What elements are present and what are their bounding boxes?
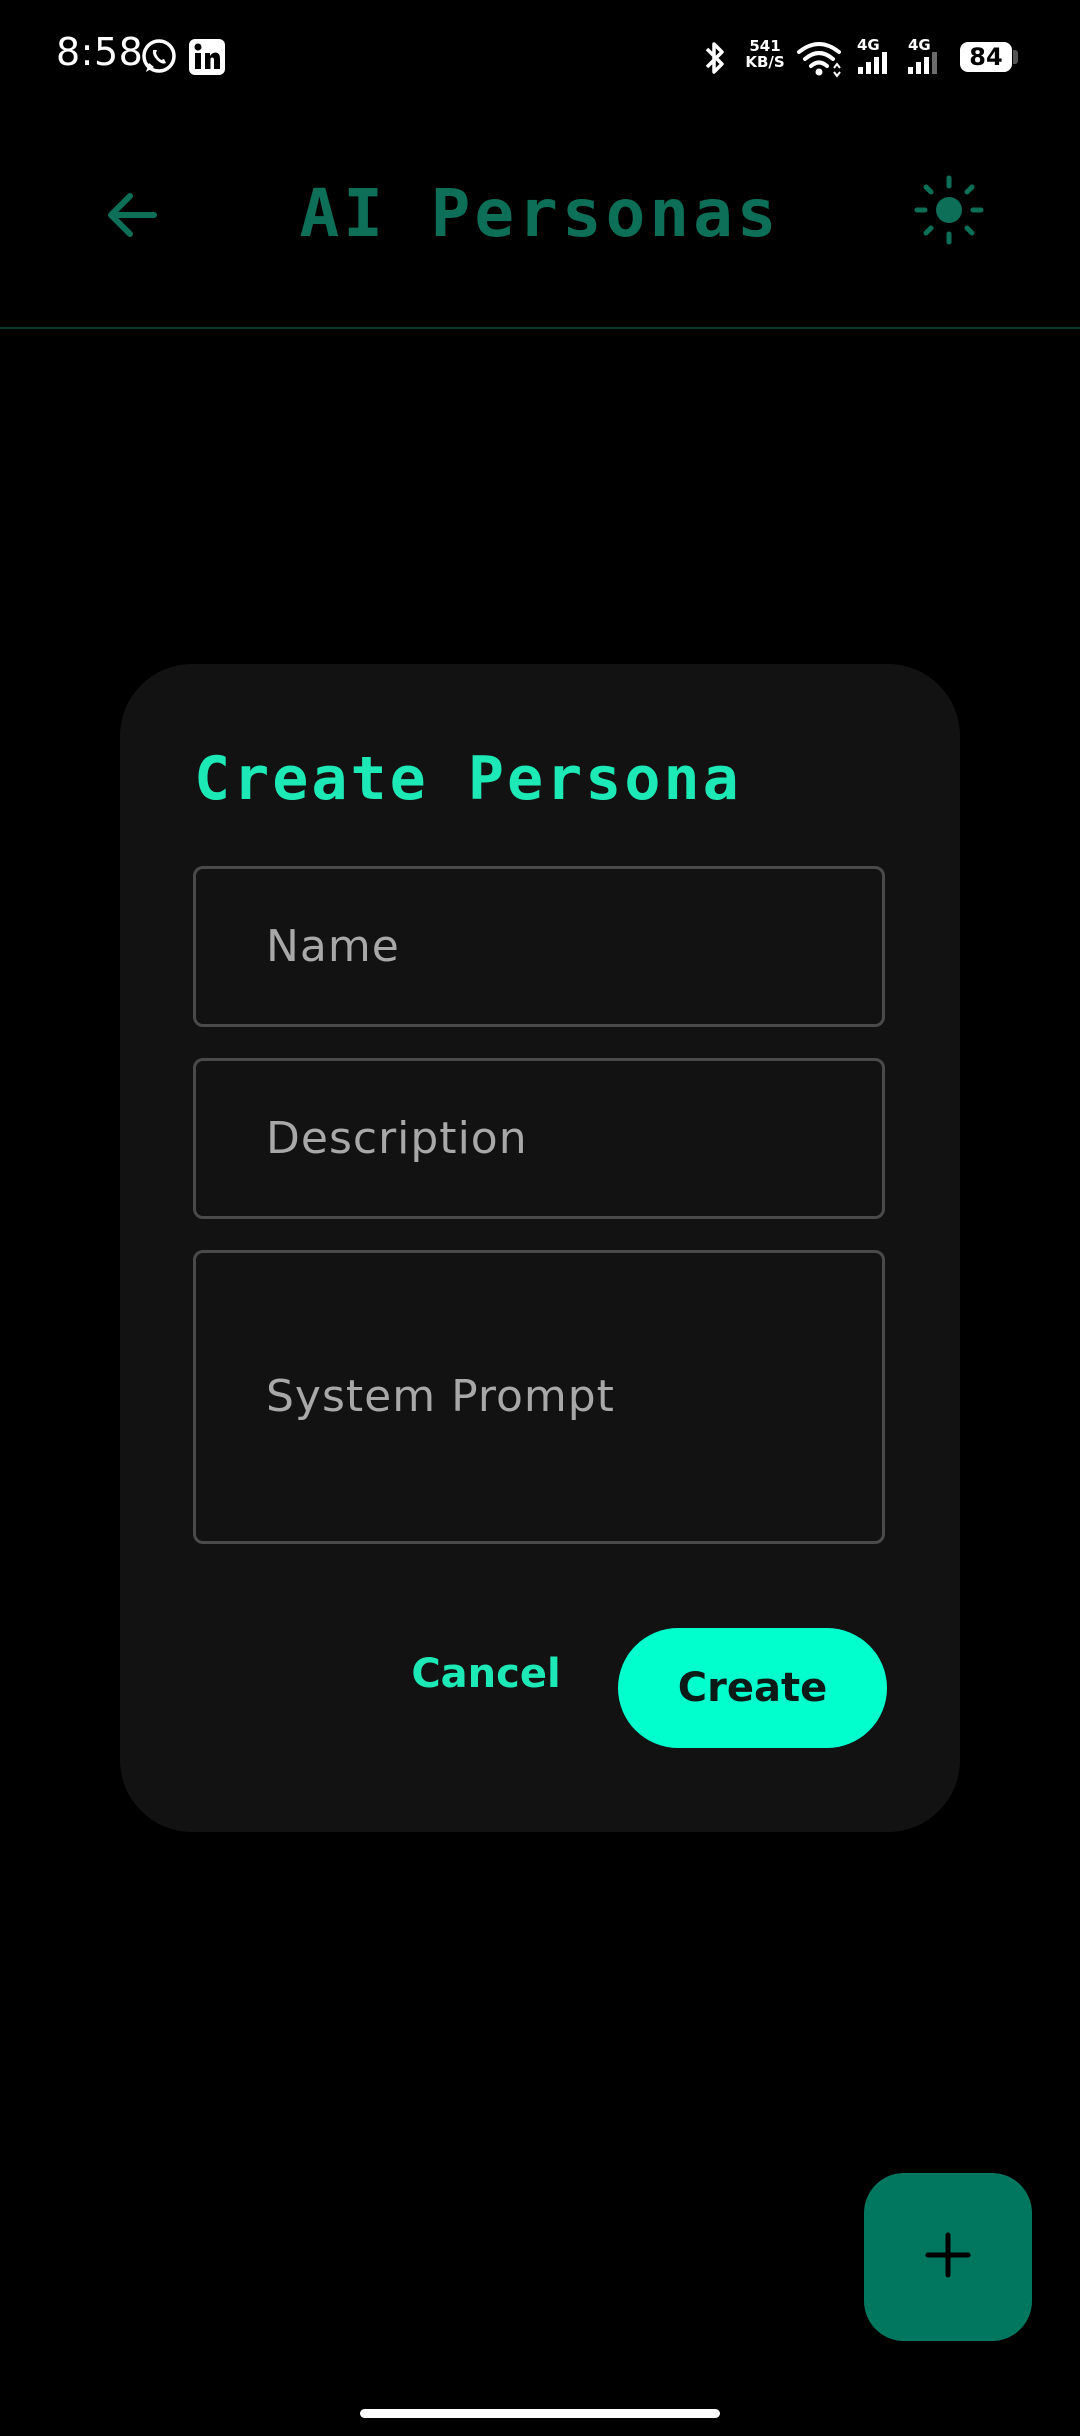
signal-icon <box>908 52 944 74</box>
net-speed-unit: KB/S <box>745 53 785 71</box>
net-speed-value: 541 <box>749 37 781 55</box>
name-placeholder: Name <box>266 921 400 972</box>
system-prompt-field[interactable]: System Prompt <box>193 1250 885 1544</box>
app-bar-divider <box>0 327 1080 329</box>
signal-icon <box>858 52 894 74</box>
plus-icon <box>922 2229 974 2285</box>
wifi-icon <box>796 38 842 78</box>
name-field[interactable]: Name <box>193 866 885 1027</box>
bluetooth-icon <box>700 38 730 78</box>
linkedin-icon <box>188 38 226 76</box>
description-placeholder: Description <box>266 1113 528 1164</box>
create-button[interactable]: Create <box>618 1628 887 1748</box>
system-prompt-placeholder: System Prompt <box>266 1371 615 1422</box>
battery-tip <box>1013 50 1018 64</box>
cancel-button[interactable]: Cancel <box>406 1626 566 1722</box>
create-persona-dialog: Create Persona Name Description System P… <box>120 664 960 1832</box>
description-field[interactable]: Description <box>193 1058 885 1219</box>
gesture-bar[interactable] <box>360 2409 720 2418</box>
battery-icon: 84 <box>960 42 1012 72</box>
battery-level: 84 <box>969 43 1003 71</box>
dialog-title: Create Persona <box>194 744 742 814</box>
app-bar: AI Personas <box>0 115 1080 328</box>
whatsapp-icon <box>140 38 178 76</box>
status-time: 8:58 <box>56 30 144 74</box>
net-speed: 541 KB/S <box>744 38 786 70</box>
sun-icon <box>913 174 985 250</box>
add-persona-button[interactable] <box>864 2173 1032 2341</box>
status-bar: 8:58 541 KB/S 4G 4G 84 <box>0 0 1080 115</box>
theme-toggle-button[interactable] <box>910 173 988 251</box>
